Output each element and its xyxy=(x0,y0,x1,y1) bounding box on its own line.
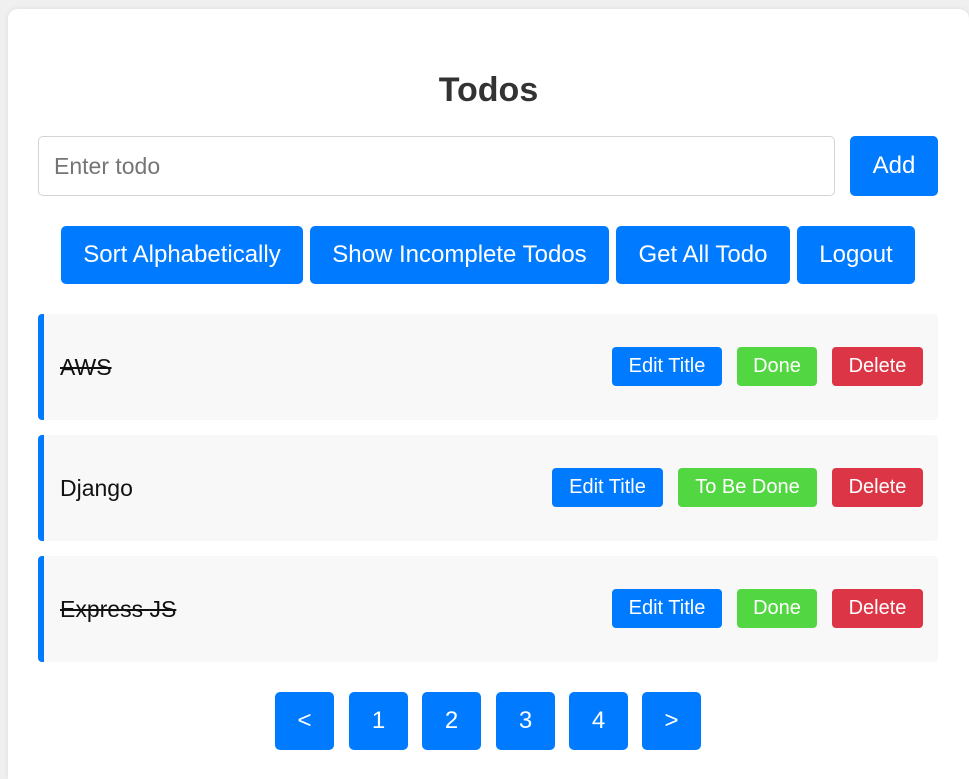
todo-title: Django xyxy=(60,474,133,501)
delete-button[interactable]: Delete xyxy=(832,347,923,386)
toggle-done-button[interactable]: Done xyxy=(737,589,817,628)
add-button[interactable]: Add xyxy=(850,136,938,196)
edit-title-button[interactable]: Edit Title xyxy=(612,589,722,628)
toggle-done-button[interactable]: Done xyxy=(737,347,817,386)
edit-title-button[interactable]: Edit Title xyxy=(612,347,722,386)
sort-alphabetically-button[interactable]: Sort Alphabetically xyxy=(61,226,303,284)
todo-input[interactable] xyxy=(38,136,835,196)
page-button-1[interactable]: 1 xyxy=(349,692,408,750)
next-page-button[interactable]: > xyxy=(642,692,701,750)
prev-page-button[interactable]: < xyxy=(275,692,334,750)
todo-title: AWS xyxy=(60,353,112,380)
delete-button[interactable]: Delete xyxy=(832,589,923,628)
show-incomplete-todos-button[interactable]: Show Incomplete Todos xyxy=(310,226,609,284)
todo-title: Express JS xyxy=(60,595,177,622)
toggle-done-button[interactable]: To Be Done xyxy=(678,468,817,507)
todo-item: AWS Edit Title Done Delete xyxy=(38,314,938,420)
edit-title-button[interactable]: Edit Title xyxy=(552,468,663,507)
page-button-4[interactable]: 4 xyxy=(569,692,628,750)
page-title: Todos xyxy=(438,71,539,109)
page-button-2[interactable]: 2 xyxy=(422,692,481,750)
logout-button[interactable]: Logout xyxy=(797,226,915,284)
todo-item: Django Edit Title To Be Done Delete xyxy=(38,435,938,541)
todo-item: Express JS Edit Title Done Delete xyxy=(38,556,938,662)
delete-button[interactable]: Delete xyxy=(832,468,923,507)
get-all-todo-button[interactable]: Get All Todo xyxy=(616,226,790,284)
page-button-3[interactable]: 3 xyxy=(496,692,555,750)
todo-card: Todos Add Sort Alphabetically Show Incom… xyxy=(8,9,969,779)
